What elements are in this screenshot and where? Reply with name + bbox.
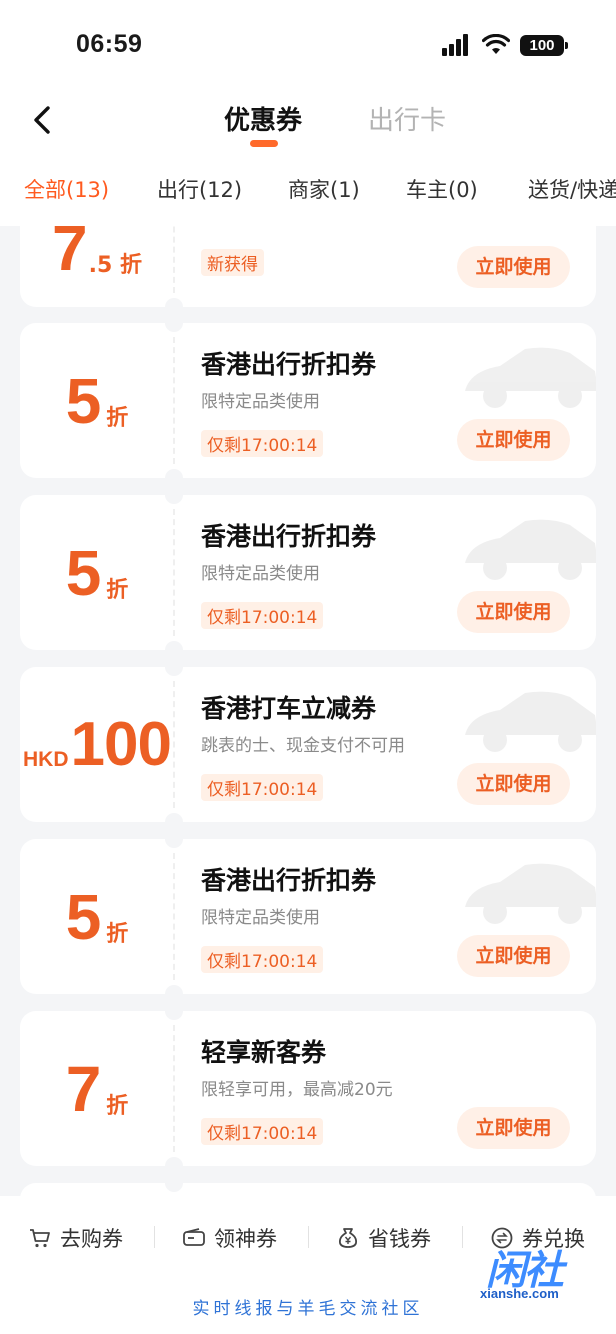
car-watermark-icon xyxy=(465,863,596,924)
coupon-value: 7 .5 折 xyxy=(52,226,142,284)
car-watermark-icon xyxy=(465,691,596,752)
status-time: 06:59 xyxy=(76,30,143,58)
coupon-card: 5 折 香港出行折扣券 限特定品类使用 仅剩17:00:14 立即使用 xyxy=(20,323,596,478)
coupon-countdown: 仅剩17:00:14 xyxy=(201,774,324,801)
filter-car-owner[interactable]: 车主(0) xyxy=(406,174,478,204)
use-now-button[interactable]: 立即使用 xyxy=(457,763,570,805)
bottom-nav: 去购券 领神券 省钱券 券兑换 实时线报与羊毛交流社区 闲社 xianshe.c… xyxy=(0,1196,616,1334)
coupon-value: 7 折 xyxy=(65,1052,129,1125)
coupon-countdown: 仅剩17:00:14 xyxy=(201,946,324,973)
wifi-icon xyxy=(482,34,510,54)
coupon-list: 7 .5 折 新获得 立即使用 5 折 香港出行折扣券 限特定品类使用 仅剩17… xyxy=(0,226,616,1196)
coupon-title: 轻享新客券 xyxy=(201,1038,327,1067)
coupon-title: 香港出行折扣券 xyxy=(201,866,377,895)
coupon-card: 7 折 轻享新客券 限轻享可用，最高减20元 仅剩17:00:14 立即使用 xyxy=(20,1011,596,1166)
filter-all[interactable]: 全部(13) xyxy=(24,174,109,204)
coupon-subtitle: 限特定品类使用 xyxy=(201,564,320,584)
coupon-title: 香港出行折扣券 xyxy=(201,350,377,379)
coupon-card: 7 .5 折 新获得 立即使用 xyxy=(20,226,596,307)
cart-icon xyxy=(30,1229,50,1248)
car-watermark-icon xyxy=(465,519,596,580)
coupon-value: 5 折 xyxy=(65,364,129,437)
filter-bar: 全部(13) 出行(12) 商家(1) 车主(0) 送货/快递 xyxy=(0,168,616,212)
use-now-button[interactable]: 立即使用 xyxy=(457,1107,570,1149)
tab-coupons[interactable]: 优惠券 xyxy=(224,100,302,137)
tab-active-indicator xyxy=(250,140,278,147)
status-bar: 06:59 100 xyxy=(0,0,616,90)
coupon-value: 5 折 xyxy=(65,880,129,953)
coupon-card xyxy=(20,1183,596,1196)
coupon-countdown: 仅剩17:00:14 xyxy=(201,602,324,629)
coupon-subtitle: 限特定品类使用 xyxy=(201,908,320,928)
tab-travel-card[interactable]: 出行卡 xyxy=(368,100,446,137)
use-now-button[interactable]: 立即使用 xyxy=(457,591,570,633)
coupon-value: HKD 100 xyxy=(23,710,172,779)
coupon-title: 香港出行折扣券 xyxy=(201,522,377,551)
filter-travel[interactable]: 出行(12) xyxy=(157,174,242,204)
coupon-countdown: 仅剩17:00:14 xyxy=(201,430,324,457)
coupon-card: 5 折 香港出行折扣券 限特定品类使用 仅剩17:00:14 立即使用 xyxy=(20,839,596,994)
coupon-card: 5 折 香港出行折扣券 限特定品类使用 仅剩17:00:14 立即使用 xyxy=(20,495,596,650)
coupon-subtitle: 跳表的士、现金支付不可用 xyxy=(201,736,405,756)
filter-delivery[interactable]: 送货/快递 xyxy=(528,174,616,204)
cellular-signal-icon xyxy=(442,34,472,56)
coupon-subtitle: 限轻享可用，最高减20元 xyxy=(201,1080,393,1100)
car-watermark-icon xyxy=(465,347,596,408)
use-now-button[interactable]: 立即使用 xyxy=(457,419,570,461)
coupon-card: HKD 100 香港打车立减券 跳表的士、现金支付不可用 仅剩17:00:14 … xyxy=(20,667,596,822)
filter-merchant[interactable]: 商家(1) xyxy=(288,174,360,204)
battery-icon: 100 xyxy=(520,35,568,56)
coupon-countdown: 仅剩17:00:14 xyxy=(201,1118,324,1145)
coupon-subtitle: 限特定品类使用 xyxy=(201,392,320,412)
back-arrow-icon[interactable] xyxy=(28,100,60,140)
watermark-logo: 闲社 xianshe.com xyxy=(480,1248,564,1301)
coupon-tag-new: 新获得 xyxy=(201,249,264,276)
nav-buy-coupons[interactable]: 去购券 xyxy=(28,1224,123,1252)
nav-claim-coupons[interactable]: 领神券 xyxy=(182,1224,277,1252)
header-area: 06:59 100 优惠券 出行卡 全部(13) 出行(12) 商家(1) 车主… xyxy=(0,0,616,226)
ticket-icon xyxy=(183,1228,205,1246)
use-now-button[interactable]: 立即使用 xyxy=(457,935,570,977)
use-now-button[interactable]: 立即使用 xyxy=(457,246,570,288)
coupon-value: 5 折 xyxy=(65,536,129,609)
nav-bar: 优惠券 出行卡 xyxy=(0,90,616,160)
nav-save-coupons[interactable]: 省钱券 xyxy=(336,1224,431,1252)
money-bag-icon xyxy=(338,1228,358,1248)
coupon-title: 香港打车立减券 xyxy=(201,694,377,723)
